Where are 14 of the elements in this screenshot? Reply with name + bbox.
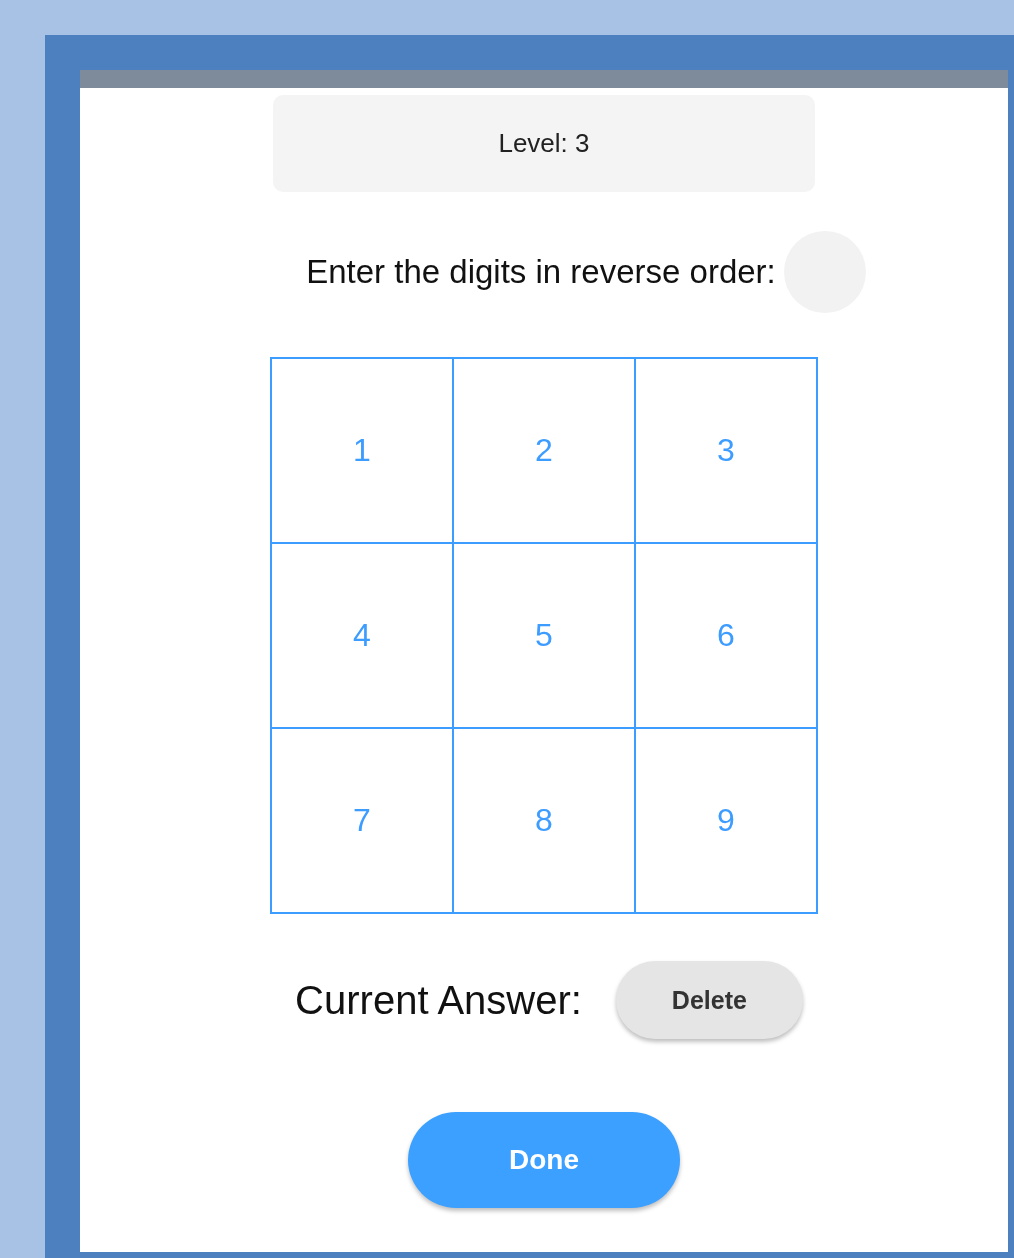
keypad-key[interactable]: 6 [635, 543, 817, 728]
keypad-key[interactable]: 7 [271, 728, 453, 913]
keypad-key[interactable]: 2 [453, 358, 635, 543]
keypad-key[interactable]: 9 [635, 728, 817, 913]
prompt-text: Enter the digits in reverse order: [306, 253, 776, 291]
done-button[interactable]: Done [408, 1112, 680, 1208]
level-label: Level: 3 [498, 128, 590, 159]
keypad-key[interactable]: 8 [453, 728, 635, 913]
keypad-key[interactable]: 1 [271, 358, 453, 543]
keypad-key[interactable]: 5 [453, 543, 635, 728]
keypad-key[interactable]: 3 [635, 358, 817, 543]
delete-button[interactable]: Delete [615, 961, 803, 1039]
keypad-key[interactable]: 4 [271, 543, 453, 728]
answer-label: Current Answer: [295, 977, 582, 1023]
